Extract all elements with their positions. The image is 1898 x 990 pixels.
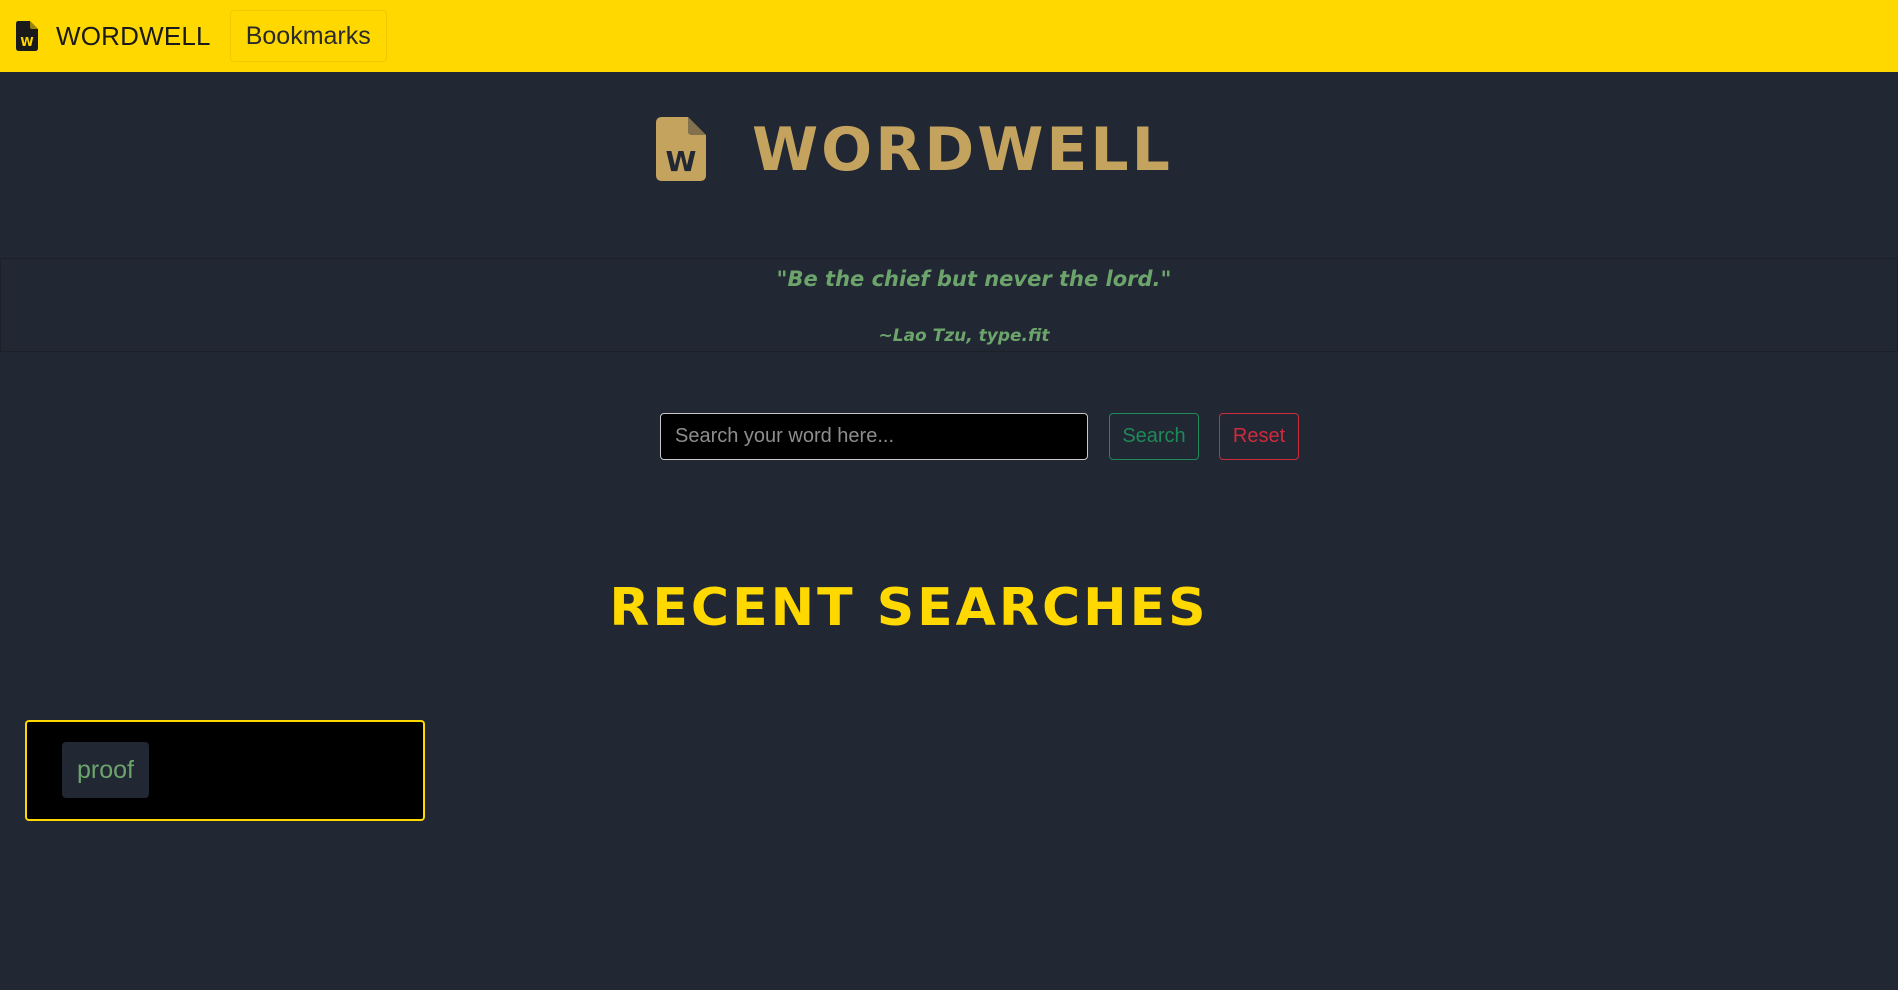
file-word-icon: W	[16, 21, 38, 51]
top-navbar: W WORDWELL Bookmarks	[0, 0, 1898, 72]
hero-header: W WORDWELL	[0, 100, 1898, 210]
reset-button[interactable]: Reset	[1219, 413, 1299, 460]
recent-searches-card: proof	[25, 720, 425, 821]
recent-searches-heading: RECENT SEARCHES	[609, 578, 1209, 638]
recent-search-item[interactable]: proof	[62, 742, 149, 798]
search-button[interactable]: Search	[1109, 413, 1199, 460]
quote-author: ~Lao Tzu, type.fit	[878, 326, 1050, 346]
quote-text: "Be the chief but never the lord."	[776, 267, 1172, 291]
app-title: WORDWELL	[752, 115, 1173, 185]
svg-text:W: W	[666, 145, 697, 178]
svg-text:W: W	[20, 35, 33, 49]
bookmarks-link[interactable]: Bookmarks	[229, 10, 387, 62]
quote-of-the-day: "Be the chief but never the lord." ~Lao …	[0, 258, 1898, 352]
navbar-brand-label: WORDWELL	[56, 20, 211, 51]
file-word-icon: W	[656, 117, 706, 181]
search-input[interactable]	[660, 413, 1088, 460]
navbar-brand[interactable]: W WORDWELL	[16, 21, 211, 52]
